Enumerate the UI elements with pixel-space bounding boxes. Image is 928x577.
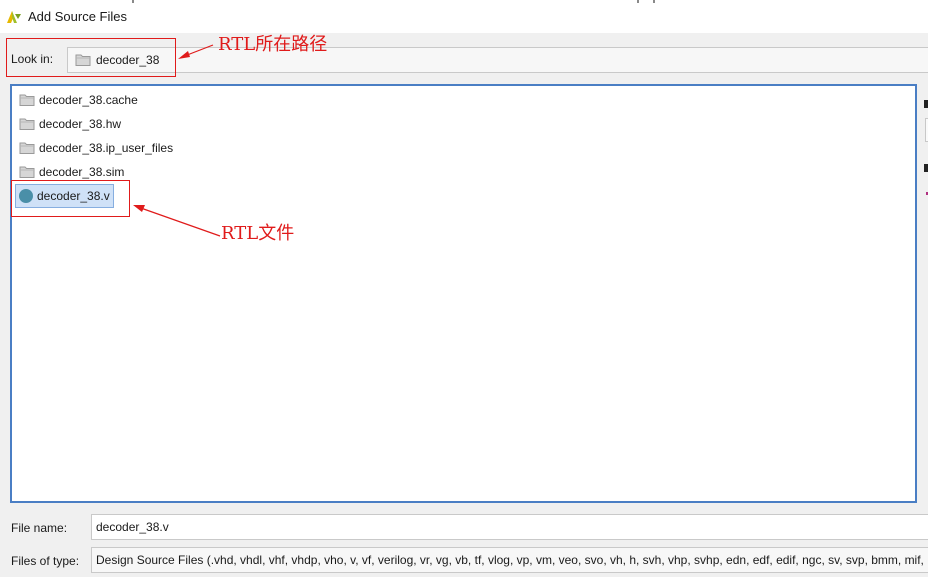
files-of-type-label: Files of type: [11, 554, 80, 568]
list-item-folder[interactable]: decoder_38.hw [16, 113, 124, 135]
annotation-rtl-path: RTL所在路径 [218, 34, 328, 55]
file-name-label: decoder_38.hw [39, 117, 122, 131]
file-name-label: decoder_38.ip_user_files [39, 141, 174, 155]
annotation-rtl-file: RTL文件 [221, 223, 295, 244]
list-item-folder[interactable]: decoder_38.ip_user_files [16, 137, 176, 159]
file-list[interactable]: decoder_38.cache decoder_38.hw decoder_3… [10, 84, 917, 503]
vivado-logo-icon [7, 10, 21, 23]
title-bar-rule [120, 0, 928, 3]
window-title: Add Source Files [28, 9, 127, 24]
annotation-box-path [6, 38, 176, 77]
folder-icon [19, 94, 35, 106]
files-of-type-select[interactable]: Design Source Files (.vhd, vhdl, vhf, vh… [91, 547, 928, 573]
look-in-combobox[interactable]: decoder_38 [67, 47, 928, 73]
right-panel-edge [924, 96, 928, 516]
annotation-box-file [11, 180, 130, 217]
folder-icon [19, 118, 35, 130]
folder-icon [19, 166, 35, 178]
list-item-folder[interactable]: decoder_38.cache [16, 89, 141, 111]
folder-icon [19, 142, 35, 154]
file-name-label: decoder_38.cache [39, 93, 138, 107]
file-name-label-text: File name: [11, 521, 68, 535]
file-name-label: decoder_38.sim [39, 165, 125, 179]
file-name-input[interactable]: decoder_38.v [91, 514, 928, 540]
title-bar: Add Source Files [0, 0, 928, 33]
